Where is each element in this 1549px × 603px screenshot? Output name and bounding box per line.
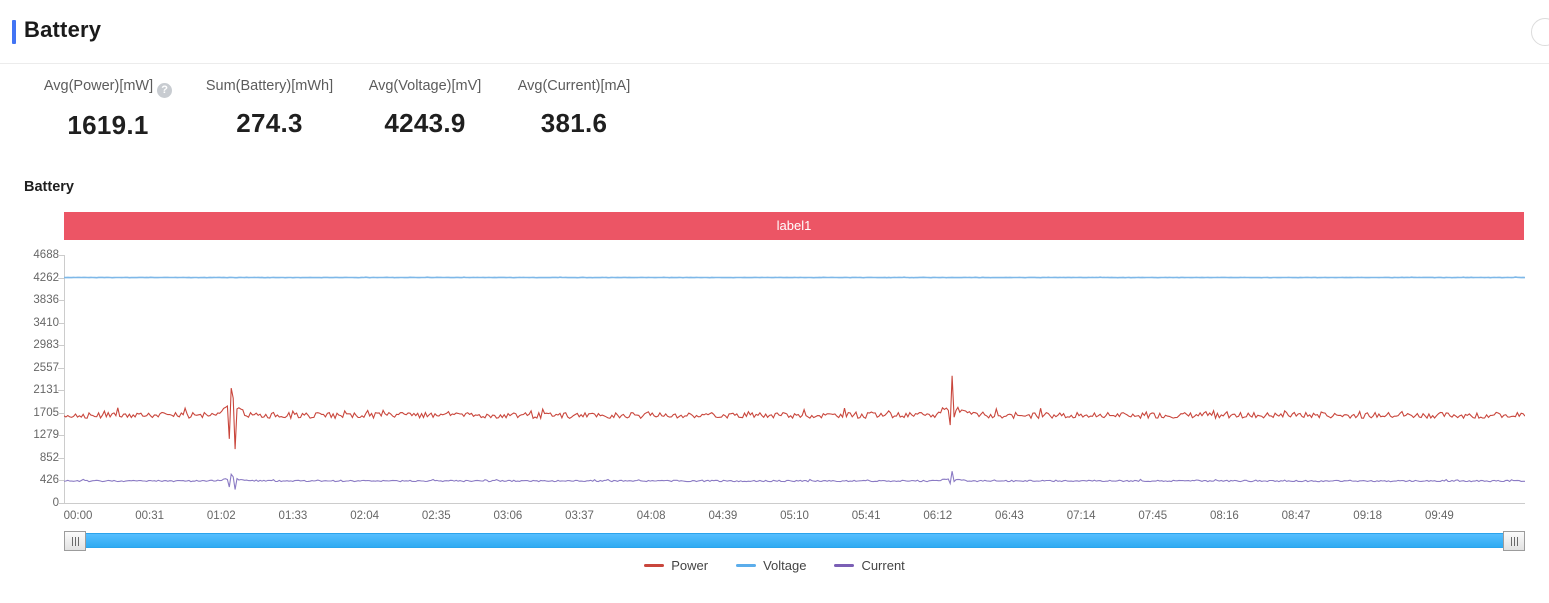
legend-item[interactable]: Current (834, 558, 905, 573)
x-axis-tick-label: 04:39 (708, 510, 738, 522)
range-handle-right[interactable] (1503, 531, 1525, 551)
x-axis-tick-label: 05:10 (780, 510, 809, 522)
grip-bar-icon (71, 536, 73, 546)
grip-bar-icon (1513, 536, 1515, 546)
title-accent-bar (12, 20, 16, 44)
x-axis-tick-label: 06:43 (995, 510, 1024, 522)
metric-label: Avg(Voltage)[mV] (368, 78, 482, 94)
x-axis-tick-label: 01:33 (278, 510, 308, 522)
x-axis-tick-label: 02:04 (350, 510, 379, 522)
circle-outline-icon[interactable] (1531, 18, 1549, 46)
grip-bar-icon (77, 536, 79, 546)
chart-section-title: Battery (24, 179, 74, 195)
metric-value: 4243.9 (384, 108, 466, 138)
series-line-power (64, 376, 1525, 449)
metric-value: 1619.1 (67, 110, 149, 140)
grip-bar-icon (74, 536, 76, 546)
metric-card: Avg(Current)[mA] 381.6 (500, 76, 648, 139)
legend-label: Current (861, 558, 905, 573)
y-axis-tick-label: 3410 (33, 316, 59, 329)
legend-swatch (644, 564, 665, 567)
x-axis-tick-label: 03:06 (493, 510, 523, 522)
x-axis-tick-label: 05:41 (851, 510, 881, 522)
metrics-row: Avg(Power)[mW]? 1619.1 Sum(Battery)[mWh] 27… (0, 76, 1549, 166)
series-line-current (64, 471, 1525, 489)
x-axis-tick-label: 02:35 (421, 510, 451, 522)
x-axis-tick-label: 08:47 (1281, 510, 1311, 522)
y-axis-tick-label: 4262 (33, 271, 59, 284)
grip-bar-icon (1510, 536, 1512, 546)
x-axis-tick-label: 00:31 (135, 510, 165, 522)
y-axis-tick-label: 2131 (33, 384, 59, 397)
chart-legend: Power Voltage Current (0, 558, 1549, 573)
y-axis-tick-label: 852 (39, 451, 59, 464)
x-axis-line (64, 503, 1525, 504)
metric-label: Sum(Battery)[mWh] (205, 78, 334, 94)
legend-label: Voltage (763, 558, 807, 573)
legend-item[interactable]: Power (644, 558, 708, 573)
page-title: Battery (24, 17, 102, 42)
y-axis-tick-mark (58, 503, 64, 504)
series-line-voltage (64, 277, 1525, 278)
metric-value: 274.3 (236, 108, 303, 138)
y-axis-tick-label: 1279 (33, 429, 59, 442)
battery-chart: label1 4688 4262 3836 3410 2983 2557 2131 1705 1… (0, 200, 1549, 590)
metric-card: Sum(Battery)[mWh] 274.3 (192, 76, 347, 139)
range-slider[interactable] (64, 531, 1525, 551)
metric-card: Avg(Power)[mW]? 1619.1 (24, 76, 192, 141)
question-mark-icon[interactable]: ? (157, 83, 173, 98)
y-axis-tick-label: 2557 (33, 361, 59, 374)
legend-label: Power (671, 558, 709, 573)
legend-item[interactable]: Voltage (736, 558, 806, 573)
y-axis-tick-label: 1705 (33, 406, 59, 419)
metric-value: 381.6 (540, 108, 608, 138)
metric-label: Avg(Power)[mW]? (24, 76, 192, 98)
y-axis-tick-label: 2983 (33, 339, 59, 352)
metric-label: Avg(Current)[mA] (517, 78, 631, 94)
legend-swatch (834, 564, 855, 567)
x-axis-tick-label: 04:08 (636, 510, 666, 522)
x-axis-tick-label: 00:00 (63, 510, 93, 522)
x-axis-tick-label: 07:45 (1138, 510, 1168, 522)
legend-swatch (736, 564, 757, 567)
grip-bar-icon (1516, 536, 1518, 546)
label-band[interactable]: label1 (64, 212, 1524, 240)
page-header: Battery (0, 0, 1549, 64)
range-handle-left[interactable] (64, 531, 86, 551)
x-axis-tick-label: 03:37 (565, 510, 594, 522)
x-axis-tick-label: 09:18 (1353, 510, 1383, 522)
metric-card: Avg(Voltage)[mV] 4243.9 (350, 76, 500, 139)
x-axis-tick-label: 08:16 (1210, 510, 1239, 522)
x-axis-tick-label: 01:02 (206, 510, 236, 522)
y-axis-tick-label: 3836 (33, 294, 59, 307)
y-axis-tick-label: 4688 (33, 249, 59, 261)
x-axis-tick-label: 09:49 (1424, 510, 1454, 522)
chart-plot (64, 255, 1525, 503)
x-axis-tick-label: 06:12 (923, 510, 953, 522)
y-axis-tick-label: 426 (39, 474, 59, 487)
x-axis-tick-label: 07:14 (1066, 510, 1096, 522)
range-slider-track[interactable] (64, 533, 1525, 548)
